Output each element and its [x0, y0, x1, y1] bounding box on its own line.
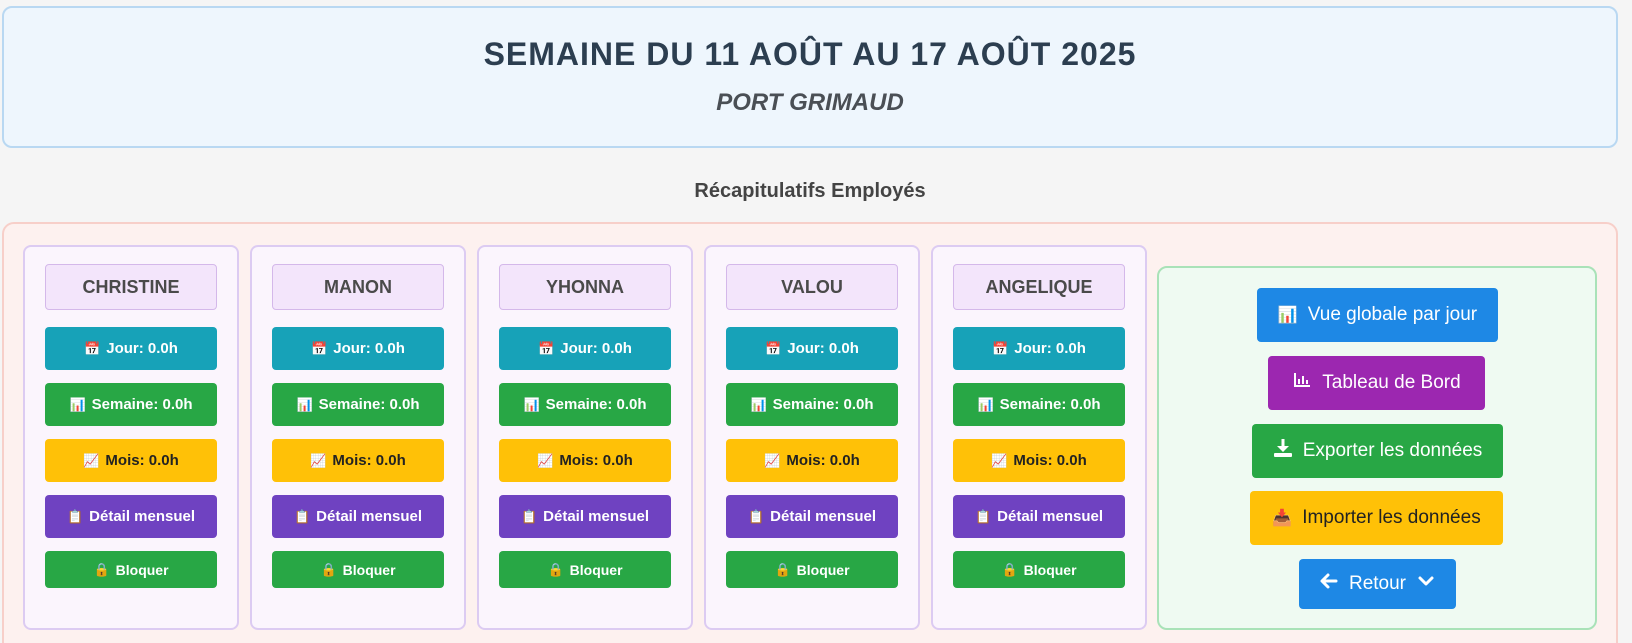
- trend-chart-icon: 📈: [764, 452, 781, 468]
- arrow-left-icon: [1319, 571, 1339, 597]
- retour-button[interactable]: Retour: [1299, 559, 1456, 609]
- tableau-de-bord-label: Tableau de Bord: [1322, 372, 1461, 393]
- detail-mensuel-button[interactable]: 📋 Détail mensuel: [272, 495, 444, 538]
- page-title: SEMAINE DU 11 AOÛT AU 17 AOÛT 2025: [483, 36, 1137, 72]
- location-subtitle: PORT GRIMAUD: [716, 89, 904, 116]
- bar-chart-icon: 📊: [750, 396, 767, 412]
- mois-button[interactable]: 📈 Mois: 0.0h: [726, 439, 898, 482]
- employee-name: CHRISTINE: [45, 264, 217, 310]
- vue-globale-button[interactable]: 📊 Vue globale par jour: [1257, 288, 1498, 342]
- bar-chart-icon: 📊: [977, 396, 994, 412]
- calendar-icon: 📅: [311, 340, 328, 356]
- detail-mensuel-button[interactable]: 📋 Détail mensuel: [499, 495, 671, 538]
- semaine-button[interactable]: 📊 Semaine: 0.0h: [499, 383, 671, 426]
- employee-card-manon: MANON 📅 Jour: 0.0h 📊 Semaine: 0.0h 📈 Mois: …: [250, 245, 466, 630]
- employee-card-yhonna: YHONNA 📅 Jour: 0.0h 📊 Semaine: 0.0h 📈 Mois:…: [477, 245, 693, 630]
- jour-button[interactable]: 📅 Jour: 0.0h: [272, 327, 444, 370]
- employee-name: VALOU: [726, 264, 898, 310]
- bloquer-button[interactable]: 🔒 Bloquer: [272, 551, 444, 588]
- exporter-label: Exporter les données: [1302, 440, 1483, 461]
- bloquer-button[interactable]: 🔒 Bloquer: [726, 551, 898, 588]
- jour-button[interactable]: 📅 Jour: 0.0h: [45, 327, 217, 370]
- calendar-icon: 📅: [765, 340, 782, 356]
- semaine-button[interactable]: 📊 Semaine: 0.0h: [953, 383, 1125, 426]
- clipboard-icon: 📋: [293, 508, 311, 524]
- importer-button[interactable]: 📥 Importer les données: [1250, 491, 1503, 545]
- jour-button[interactable]: 📅 Jour: 0.0h: [726, 327, 898, 370]
- mois-button[interactable]: 📈 Mois: 0.0h: [45, 439, 217, 482]
- bar-chart-icon: 📊: [523, 396, 540, 412]
- trend-chart-icon: 📈: [537, 452, 554, 468]
- vue-globale-label: Vue globale par jour: [1307, 304, 1478, 325]
- employee-card-valou: VALOU 📅 Jour: 0.0h 📊 Semaine: 0.0h 📈 Mois: …: [704, 245, 920, 630]
- clipboard-icon: 📋: [974, 508, 992, 524]
- employee-name: MANON: [272, 264, 444, 310]
- jour-button[interactable]: 📅 Jour: 0.0h: [953, 327, 1125, 370]
- bar-chart-icon: 📊: [69, 396, 86, 412]
- mois-button[interactable]: 📈 Mois: 0.0h: [499, 439, 671, 482]
- section-title: Récapitulatifs Employés: [694, 180, 926, 202]
- lock-icon: 🔒: [93, 561, 110, 577]
- tableau-de-bord-button[interactable]: Tableau de Bord: [1268, 356, 1485, 410]
- calendar-icon: 📅: [538, 340, 555, 356]
- semaine-button[interactable]: 📊 Semaine: 0.0h: [45, 383, 217, 426]
- semaine-button[interactable]: 📊 Semaine: 0.0h: [272, 383, 444, 426]
- jour-button[interactable]: 📅 Jour: 0.0h: [499, 327, 671, 370]
- employee-name: YHONNA: [499, 264, 671, 310]
- employee-name: ANGELIQUE: [953, 264, 1125, 310]
- mois-button[interactable]: 📈 Mois: 0.0h: [953, 439, 1125, 482]
- clipboard-icon: 📋: [520, 508, 538, 524]
- detail-mensuel-button[interactable]: 📋 Détail mensuel: [953, 495, 1125, 538]
- chevron-down-icon: [1416, 571, 1436, 597]
- mois-button[interactable]: 📈 Mois: 0.0h: [272, 439, 444, 482]
- lock-icon: 🔒: [320, 561, 337, 577]
- bloquer-button[interactable]: 🔒 Bloquer: [953, 551, 1125, 588]
- retour-label: Retour: [1348, 573, 1407, 594]
- trend-chart-icon: 📈: [991, 452, 1008, 468]
- clipboard-icon: 📋: [747, 508, 765, 524]
- clipboard-icon: 📋: [66, 508, 84, 524]
- trend-chart-icon: 📈: [310, 452, 327, 468]
- chart-bar-icon: [1292, 370, 1312, 396]
- bloquer-button[interactable]: 🔒 Bloquer: [45, 551, 217, 588]
- importer-label: Importer les données: [1302, 507, 1481, 528]
- calendar-icon: 📅: [992, 340, 1009, 356]
- trend-chart-icon: 📈: [83, 452, 100, 468]
- bar-chart-icon: 📊: [1277, 307, 1298, 324]
- bloquer-button[interactable]: 🔒 Bloquer: [499, 551, 671, 588]
- detail-mensuel-button[interactable]: 📋 Détail mensuel: [726, 495, 898, 538]
- calendar-icon: 📅: [84, 340, 101, 356]
- lock-icon: 🔒: [774, 561, 791, 577]
- lock-icon: 🔒: [547, 561, 564, 577]
- download-icon: [1273, 438, 1293, 464]
- bar-chart-icon: 📊: [296, 396, 313, 412]
- detail-mensuel-button[interactable]: 📋 Détail mensuel: [45, 495, 217, 538]
- lock-icon: 🔒: [1001, 561, 1018, 577]
- inbox-tray-icon: 📥: [1272, 510, 1293, 527]
- semaine-button[interactable]: 📊 Semaine: 0.0h: [726, 383, 898, 426]
- week-header: SEMAINE DU 11 AOÛT AU 17 AOÛT 2025 PORT …: [2, 6, 1618, 148]
- exporter-button[interactable]: Exporter les données: [1252, 424, 1503, 478]
- employee-card-angelique: ANGELIQUE 📅 Jour: 0.0h 📊 Semaine: 0.0h 📈 Mo…: [931, 245, 1147, 630]
- employee-card-christine: CHRISTINE 📅 Jour: 0.0h 📊 Semaine: 0.0h 📈 Mo…: [23, 245, 239, 630]
- actions-panel: 📊 Vue globale par jour Tableau de Bord E…: [1157, 266, 1597, 630]
